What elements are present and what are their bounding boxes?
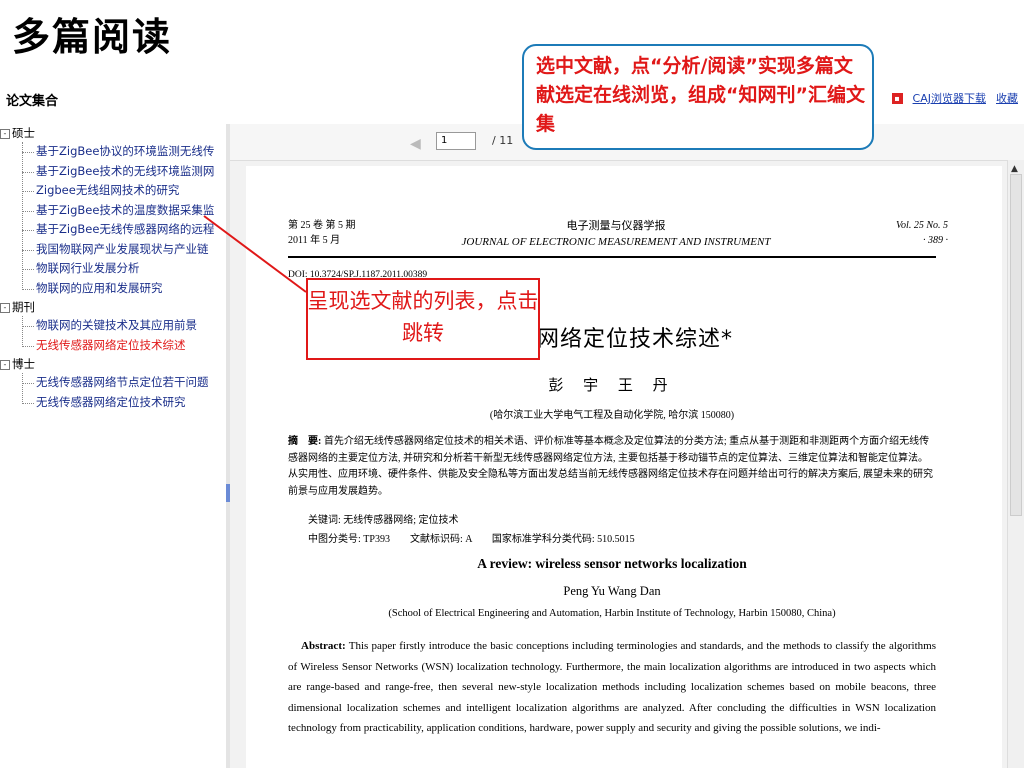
tree-group-doctor[interactable]: - 博士 [0, 355, 226, 373]
page-total: / 11 [492, 134, 514, 147]
scroll-up-icon[interactable]: ▲ [1011, 164, 1018, 174]
collection-title: 论文集合 [6, 94, 59, 109]
favorite-link[interactable]: 收藏 [996, 90, 1018, 106]
slide-title: 多篇阅读 [12, 15, 173, 59]
page-number-input[interactable]: 1 [436, 132, 476, 150]
document-page: 第 25 卷 第 5 期 2011 年 5 月 电子测量与仪器学报 JOURNA… [246, 166, 1002, 768]
abstract-en: Abstract: This paper firstly introduce t… [288, 636, 936, 739]
callout-blue-text: 选中文献，点“分析/阅读”实现多篇文献选定在线浏览，组成“知网刊”汇编文集 [536, 55, 865, 135]
journal-name-en: JOURNAL OF ELECTRONIC MEASUREMENT AND IN… [461, 236, 771, 248]
tree-item[interactable]: 我国物联网产业发展现状与产业链 [0, 240, 226, 260]
journal-issue: 第 25 卷 第 5 期 2011 年 5 月 [288, 218, 356, 248]
journal-volume: 第 25 卷 第 5 期 [288, 220, 356, 231]
journal-vol-en: Vol. 25 No. 5 [896, 220, 948, 231]
abstract-cn: 摘 要: 首先介绍无线传感器网络定位技术的相关术语、评价标准等基本概念及定位算法… [288, 434, 936, 500]
sidebar-tree: - 硕士 基于ZigBee协议的环境监测无线传 基于ZigBee技术的无线环境监测… [0, 124, 227, 768]
journal-name: 电子测量与仪器学报 JOURNAL OF ELECTRONIC MEASUREM… [426, 218, 806, 250]
authors-en: Peng Yu Wang Dan [563, 584, 661, 598]
abstract-text-cn: 首先介绍无线传感器网络定位技术的相关术语、评价标准等基本概念及定位算法的分类方法… [288, 436, 933, 497]
keywords-cn: 关键词: 无线传感器网络; 定位技术 [308, 515, 459, 526]
tree-item[interactable]: 基于ZigBee技术的无线环境监测网 [0, 162, 226, 182]
tree-item[interactable]: 物联网行业发展分析 [0, 259, 226, 279]
tree-item[interactable]: 无线传感器网络定位技术研究 [0, 393, 226, 413]
journal-name-cn: 电子测量与仪器学报 [566, 220, 666, 232]
tree-item[interactable]: 基于ZigBee协议的环境监测无线传 [0, 142, 226, 162]
tree-item[interactable]: Zigbee无线组网技术的研究 [0, 181, 226, 201]
tree-item-active[interactable]: 无线传感器网络定位技术综述 [0, 336, 226, 356]
scroll-thumb[interactable] [1010, 174, 1022, 516]
tree-group-label: 期刊 [12, 300, 35, 314]
tree-item[interactable]: 基于ZigBee技术的温度数据采集监 [0, 201, 226, 221]
header-rule [288, 256, 936, 258]
abstract-label-en: Abstract: [301, 640, 346, 652]
abstract-text-en: This paper firstly introduce the basic c… [288, 640, 936, 734]
affiliation-en: (School of Electrical Engineering and Au… [388, 608, 836, 619]
tree-group-master-items: 基于ZigBee协议的环境监测无线传 基于ZigBee技术的无线环境监测网 Zi… [0, 142, 226, 298]
affiliation-cn: (哈尔滨工业大学电气工程及自动化学院, 哈尔滨 150080) [489, 410, 735, 421]
journal-date: 2011 年 5 月 [288, 235, 341, 246]
tree-item[interactable]: 物联网的关键技术及其应用前景 [0, 316, 226, 336]
collapse-icon[interactable]: - [0, 302, 10, 313]
prev-page-icon[interactable]: ◀ [410, 136, 421, 152]
paper-title-en: A review: wireless sensor networks local… [477, 556, 747, 571]
tree-item[interactable]: 无线传感器网络节点定位若干问题 [0, 373, 226, 393]
tree-group-master[interactable]: - 硕士 [0, 124, 226, 142]
pdf-icon: ▪ [891, 92, 903, 104]
tree-group-journal-items: 物联网的关键技术及其应用前景 无线传感器网络定位技术综述 [0, 316, 226, 355]
abstract-label-cn: 摘 要: [288, 436, 322, 447]
tree-group-doctor-items: 无线传感器网络节点定位若干问题 无线传感器网络定位技术研究 [0, 373, 226, 412]
journal-page-info: Vol. 25 No. 5 · 389 · [896, 218, 948, 248]
collapse-icon[interactable]: - [0, 128, 10, 139]
classification-cn: 中图分类号: TP393 文献标识码: A 国家标准学科分类代码: 510.50… [308, 534, 635, 545]
tree-item[interactable]: 基于ZigBee无线传感器网络的远程 [0, 220, 226, 240]
journal-page-number: · 389 · [923, 235, 948, 246]
document-viewer: ◀ 1 / 11 第 25 卷 第 5 期 2011 年 5 月 电子测量与仪器… [230, 124, 1024, 768]
tree-group-label: 博士 [12, 357, 35, 371]
collapse-icon[interactable]: - [0, 359, 10, 370]
tree-item[interactable]: 物联网的应用和发展研究 [0, 279, 226, 299]
tree-group-journal[interactable]: - 期刊 [0, 298, 226, 316]
caj-download-link[interactable]: CAJ浏览器下载 [913, 90, 986, 106]
callout-red-text: 呈现选文献的列表，点击跳转 [307, 289, 539, 345]
vertical-scrollbar[interactable]: ▲ [1007, 160, 1024, 768]
tree-group-label: 硕士 [12, 126, 35, 140]
authors-cn: 彭 宇 王 丹 [548, 378, 676, 394]
header-links: ▪ CAJ浏览器下载 收藏 [891, 90, 1018, 106]
